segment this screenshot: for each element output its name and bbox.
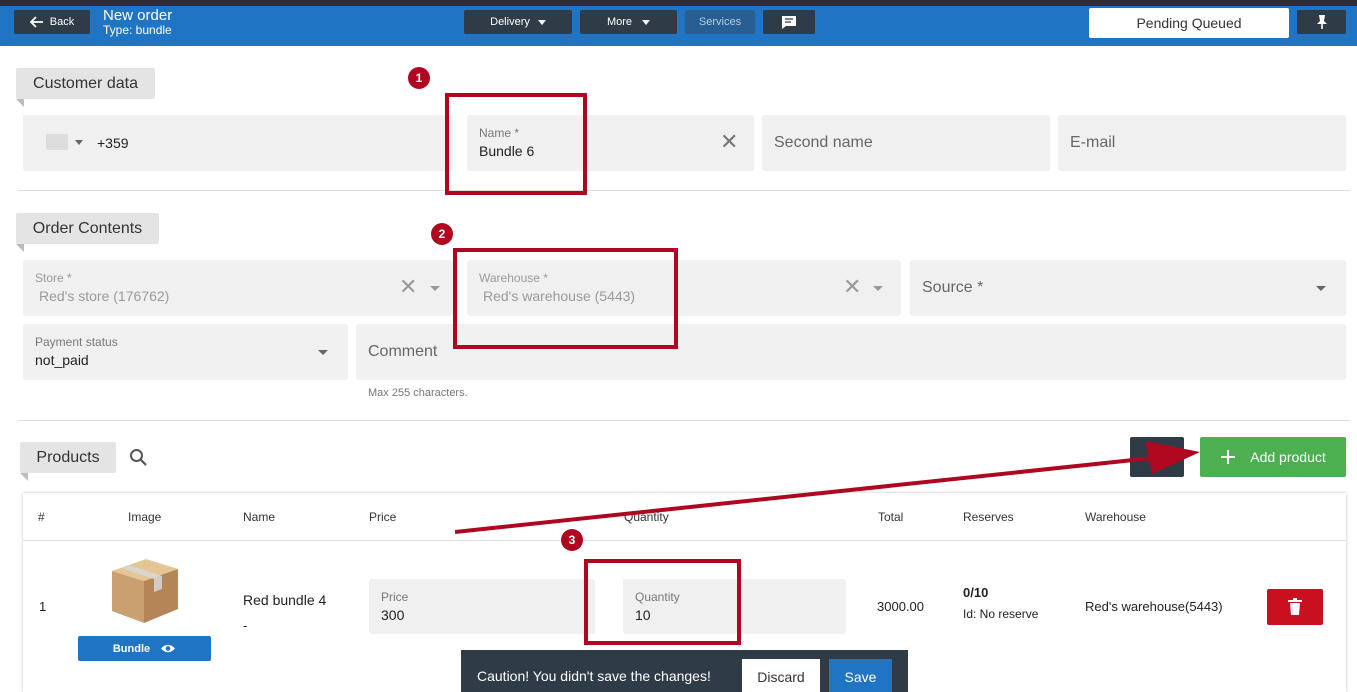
discard-button[interactable]: Discard [742,659,820,692]
caution-text: Caution! You didn't save the changes! [477,668,711,684]
unsaved-changes-bar: Caution! You didn't save the changes! Di… [461,650,908,692]
annotation-arrow [454,441,1200,534]
save-button[interactable]: Save [829,659,892,692]
save-label: Save [844,669,877,685]
discard-label: Discard [757,669,805,685]
